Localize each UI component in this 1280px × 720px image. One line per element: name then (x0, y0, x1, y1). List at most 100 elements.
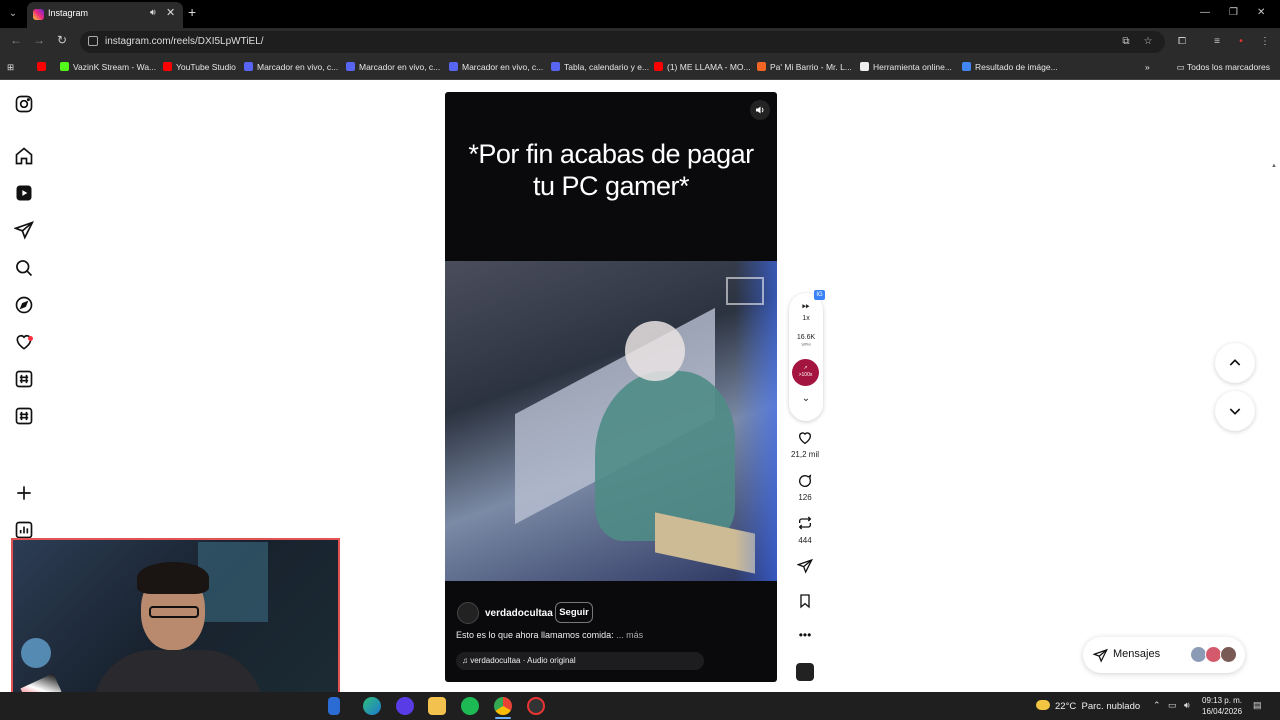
taskbar-app-icon[interactable] (328, 697, 340, 715)
bookmark-item[interactable]: YouTube Studio (163, 62, 236, 72)
reel-video-player[interactable]: *Por fin acabas de pagar tu PC gamer* ve… (445, 92, 777, 682)
system-clock[interactable]: 09:13 p. m. 16/04/2026 (1202, 695, 1242, 717)
comment-icon[interactable] (795, 473, 815, 494)
bookmark-item[interactable]: VazinK Stream - Wa... (60, 62, 156, 72)
bookmark-label: Marcador en vivo, c... (462, 62, 544, 72)
bookmark-item[interactable]: Pa' Mi Barrio - Mr. L... (757, 62, 852, 72)
trend-badge[interactable]: ↗ >100x (792, 359, 819, 386)
profile-icon[interactable]: • (1235, 36, 1247, 48)
create-plus-icon[interactable] (14, 483, 34, 503)
bookmark-item[interactable] (37, 62, 50, 72)
explore-icon[interactable] (14, 295, 34, 315)
chevron-down-icon[interactable]: ⌄ (789, 393, 823, 404)
notification-center-icon[interactable]: ▤ (1253, 700, 1262, 711)
bookmark-item[interactable]: Herramienta online... (860, 62, 952, 72)
install-app-icon[interactable]: ⧉ (1120, 36, 1132, 48)
reel-description-text: Esto es lo que ahora llamamos comida: (456, 630, 614, 640)
home-icon[interactable] (14, 146, 34, 166)
notifications-heart-icon[interactable] (14, 332, 34, 352)
hashtag-icon[interactable] (14, 369, 34, 389)
bookmark-item[interactable]: Marcador en vivo, c... (244, 62, 338, 72)
browser-tab-instagram[interactable]: Instagram 🔊︎ ✕ (27, 2, 183, 28)
bookmark-item[interactable]: (1) ME LLAMA - MO... (654, 62, 751, 72)
bookmark-item[interactable]: Marcador en vivo, c... (346, 62, 440, 72)
all-bookmarks[interactable]: ▭ Todos los marcadores (1177, 62, 1270, 73)
restore-icon[interactable]: ❐ (1229, 7, 1238, 18)
audio-thumbnail[interactable] (796, 663, 814, 681)
trend-arrow-icon: ↗ (803, 365, 808, 371)
edge-icon[interactable] (363, 697, 381, 715)
reload-icon[interactable]: ↻ (57, 33, 67, 47)
bookmark-favicon-icon (654, 62, 663, 71)
fast-forward-icon[interactable]: ⏩︎ (789, 301, 823, 312)
repost-icon[interactable] (795, 515, 815, 536)
file-explorer-icon[interactable] (428, 697, 446, 715)
like-heart-icon[interactable] (795, 430, 815, 451)
bookmark-favicon-icon (37, 62, 46, 71)
tray-chevron-icon[interactable]: ⌃ (1153, 700, 1161, 711)
apps-grid-icon[interactable]: ⊞ (7, 62, 14, 73)
chrome-icon[interactable] (494, 697, 512, 715)
follow-button[interactable]: Seguir (555, 602, 593, 623)
hashtag-icon[interactable] (14, 406, 34, 426)
menu-icon[interactable]: ⋮ (1259, 36, 1271, 48)
tab-search-icon[interactable]: ⌄ (4, 5, 22, 23)
instagram-logo-icon[interactable] (14, 94, 34, 114)
reel-description[interactable]: Esto es lo que ahora llamamos comida: ..… (456, 630, 643, 640)
save-bookmark-icon[interactable] (795, 593, 815, 614)
active-app-indicator (495, 717, 511, 719)
bookmark-favicon-icon (163, 62, 172, 71)
close-window-icon[interactable]: ✕ (1257, 7, 1265, 18)
address-bar[interactable]: instagram.com/reels/DXI5LpWTiEL/ (80, 31, 1165, 53)
bookmark-item[interactable]: Tabla, calendario y e... (551, 62, 649, 72)
speaker-icon[interactable]: 🔊︎ (150, 7, 156, 18)
reel-overlay-caption: *Por fin acabas de pagar tu PC gamer* (445, 138, 777, 202)
media-control-icon[interactable]: ≡ (1211, 36, 1223, 48)
next-reel-button[interactable] (1215, 391, 1255, 431)
direct-messages-icon[interactable] (13, 220, 34, 240)
likes-count: 21,2 mil (790, 450, 819, 459)
obs-icon[interactable] (527, 697, 545, 715)
url-text[interactable]: instagram.com/reels/DXI5LpWTiEL/ (105, 36, 264, 47)
bookmark-item[interactable]: Resultado de imáge... (962, 62, 1058, 72)
playback-speed[interactable]: 1x (789, 315, 823, 322)
bookmark-label: Tabla, calendario y e... (564, 62, 650, 72)
forward-icon[interactable]: → (33, 33, 45, 47)
bookmark-label: YouTube Studio (176, 62, 236, 72)
bookmark-star-icon[interactable]: ☆ (1142, 36, 1154, 48)
bookmark-item[interactable]: Marcador en vivo, c... (449, 62, 543, 72)
minimize-icon[interactable]: — (1200, 7, 1210, 18)
messages-button[interactable]: Mensajes (1083, 637, 1245, 673)
bookmark-favicon-icon (757, 62, 766, 71)
clock-time: 09:13 p. m. (1202, 696, 1243, 705)
spotify-icon[interactable] (461, 697, 479, 715)
share-icon[interactable] (795, 558, 815, 579)
weather-widget[interactable]: 22°C Parc. nublado (1036, 700, 1140, 712)
reels-icon[interactable] (14, 183, 34, 203)
audio-info[interactable]: ♫ verdadocultaa · Audio original (456, 652, 704, 670)
folder-icon: ▭ (1176, 62, 1187, 72)
bookmarks-bar: ⊞ VazinK Stream - Wa... YouTube Studio Mar… (0, 56, 1280, 80)
volume-icon[interactable]: 🔊︎ (1184, 700, 1190, 711)
back-icon[interactable]: ← (10, 33, 22, 47)
new-tab-icon[interactable]: + (188, 4, 196, 20)
discord-icon[interactable] (396, 697, 414, 715)
dashboard-icon[interactable] (14, 520, 34, 540)
mute-toggle-button[interactable] (750, 100, 770, 120)
search-icon[interactable] (14, 258, 34, 278)
site-info-icon[interactable] (88, 36, 98, 46)
previous-reel-button[interactable] (1215, 343, 1255, 383)
weather-cloud-icon (1036, 700, 1050, 710)
author-name[interactable]: verdadocultaa (485, 608, 553, 619)
reel-video-frame (445, 261, 777, 581)
more-link[interactable]: ... más (616, 630, 643, 640)
author-avatar[interactable] (457, 602, 479, 624)
views-per-hour-unit: VPH (801, 342, 811, 347)
more-options-icon[interactable]: ••• (795, 628, 815, 642)
scroll-up-arrow[interactable]: ▲ (1271, 163, 1277, 169)
more-bookmarks-icon[interactable]: » (1145, 62, 1150, 72)
close-tab-icon[interactable]: ✕ (166, 6, 175, 19)
extensions-icon[interactable]: ⧠ (1176, 36, 1188, 48)
music-note-icon: ♫ (462, 656, 471, 665)
network-icon[interactable]: ▭ (1168, 700, 1177, 711)
